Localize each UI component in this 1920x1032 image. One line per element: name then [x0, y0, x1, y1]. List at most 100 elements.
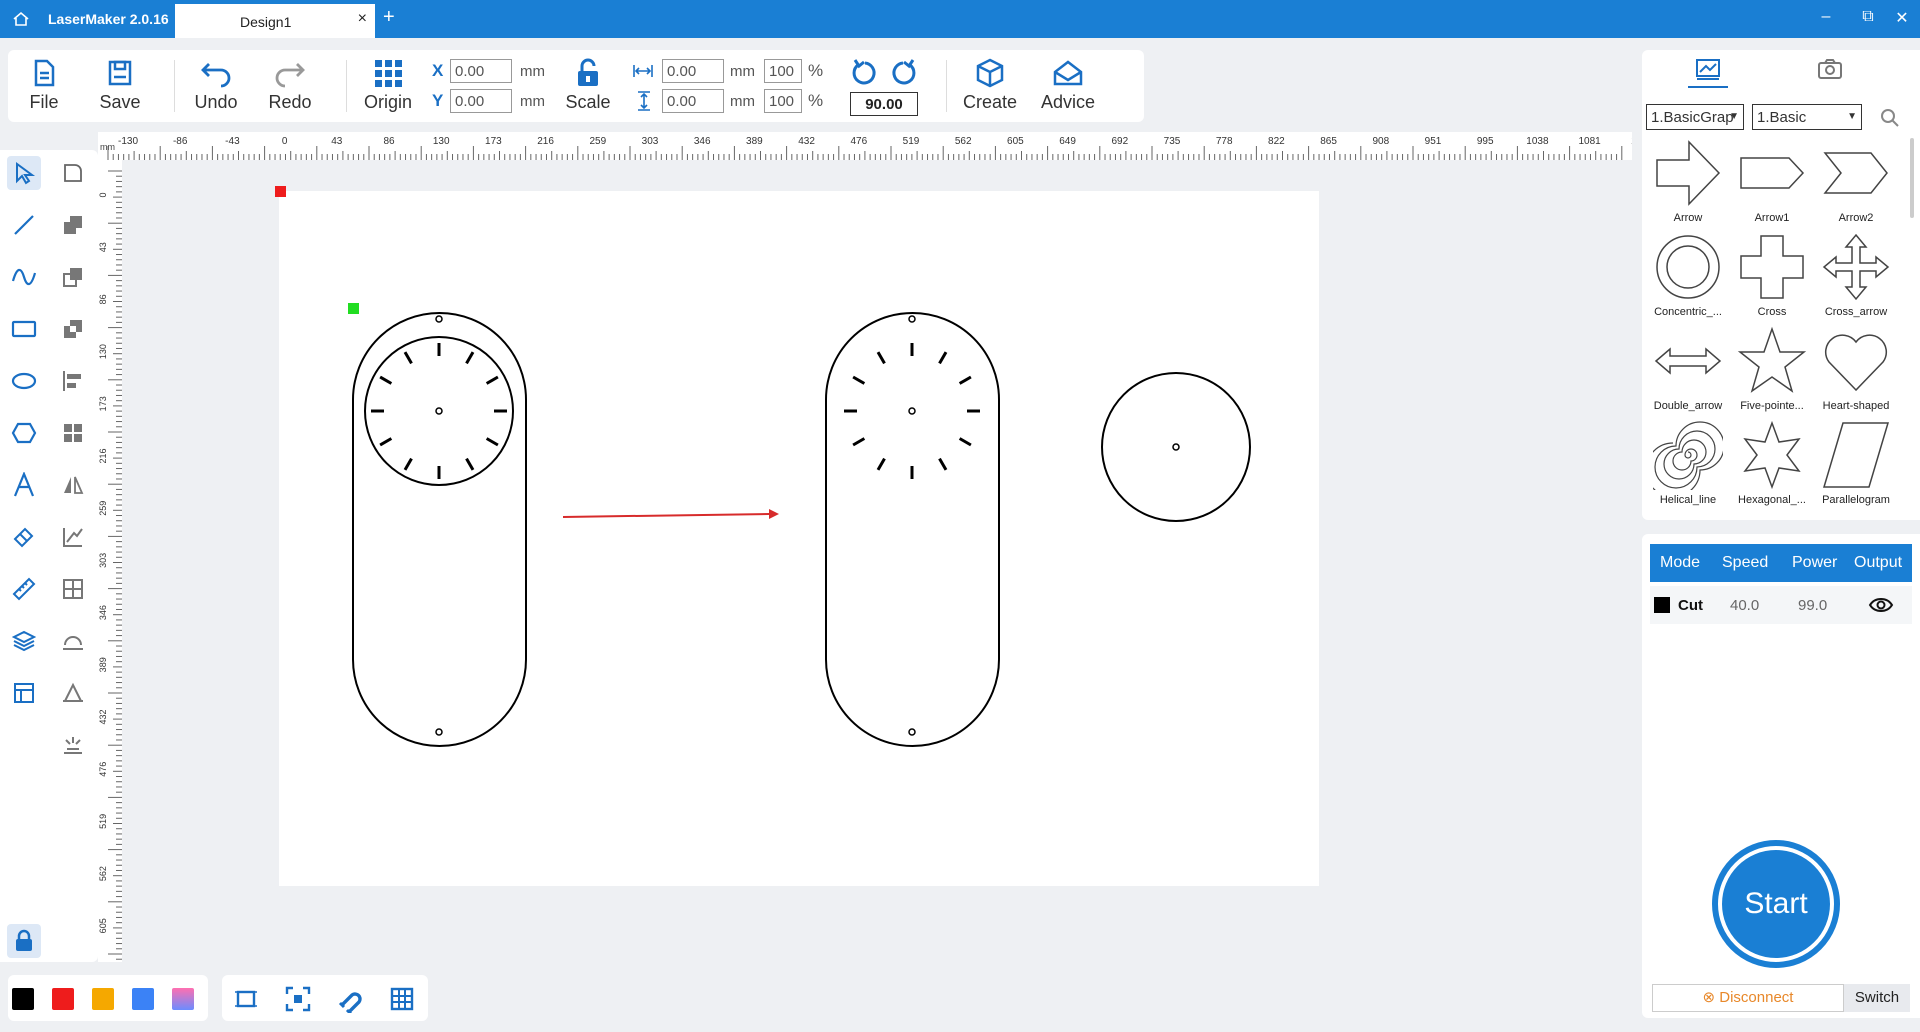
close-window-button[interactable]: ✕: [1890, 8, 1914, 28]
width-percent-input[interactable]: 100: [764, 59, 802, 83]
start-button[interactable]: Start: [1712, 840, 1840, 968]
clock-face-circle[interactable]: [364, 336, 514, 486]
layer-color-swatch[interactable]: [1654, 597, 1670, 613]
hole-top-left[interactable]: [435, 315, 443, 323]
shape-cross[interactable]: Cross: [1730, 232, 1814, 318]
height-input[interactable]: 0.00: [662, 89, 724, 113]
select-tool[interactable]: [7, 156, 41, 190]
redo-button[interactable]: Redo: [260, 58, 320, 113]
rotation-angle-input[interactable]: 90.00: [850, 92, 918, 116]
ruler-label: 822: [1268, 136, 1285, 147]
lock-toggle[interactable]: [7, 924, 41, 958]
capsule-shape-middle[interactable]: [825, 312, 1000, 747]
text-tool[interactable]: [7, 468, 41, 502]
shape-hexagonal-star[interactable]: Hexagonal_...: [1730, 420, 1814, 506]
save-button[interactable]: Save: [90, 58, 150, 113]
disconnect-button[interactable]: ⊗ Disconnect: [1652, 984, 1844, 1012]
new-tab-button[interactable]: +: [383, 6, 395, 29]
shape-arrow1[interactable]: Arrow1: [1730, 138, 1814, 224]
layer-speed[interactable]: 40.0: [1730, 597, 1759, 614]
ellipse-tool[interactable]: [7, 364, 41, 398]
design-canvas[interactable]: [122, 160, 1632, 962]
origin-grid-icon: [375, 60, 402, 87]
origin-button[interactable]: Origin: [358, 58, 418, 113]
split-tool[interactable]: [56, 572, 90, 606]
color-swatch-black[interactable]: [12, 988, 34, 1010]
shape-helical-line[interactable]: Helical_line: [1646, 420, 1730, 506]
rotate-left-icon[interactable]: [850, 58, 880, 88]
color-swatch-red[interactable]: [52, 988, 74, 1010]
eye-icon[interactable]: [1868, 596, 1894, 614]
subcategory-dropdown[interactable]: 1.Basic ▼: [1752, 104, 1862, 130]
tab-close-icon[interactable]: ×: [358, 10, 367, 28]
y-position-input[interactable]: 0.00: [450, 89, 512, 113]
layers-tool[interactable]: [7, 624, 41, 658]
shape-arrow2[interactable]: Arrow2: [1814, 138, 1898, 224]
shape-double-arrow[interactable]: Double_arrow: [1646, 326, 1730, 412]
rotate-right-icon[interactable]: [888, 58, 918, 88]
curve-tool[interactable]: [7, 260, 41, 294]
polygon-tool[interactable]: [7, 416, 41, 450]
x-position-input[interactable]: 0.00: [450, 59, 512, 83]
eraser-tool[interactable]: [7, 520, 41, 554]
shape-concentric[interactable]: Concentric_...: [1646, 232, 1730, 318]
array-tool[interactable]: [56, 416, 90, 450]
boolean-tool[interactable]: [56, 208, 90, 242]
circle-center-hole-right[interactable]: [1172, 443, 1180, 451]
work-area[interactable]: [279, 191, 1319, 886]
intersect-tool[interactable]: [56, 312, 90, 346]
hole-bottom-left[interactable]: [435, 728, 443, 736]
fit-selection-icon[interactable]: [284, 985, 312, 1013]
shape-parallelogram[interactable]: Parallelogram: [1814, 420, 1898, 506]
category-dropdown[interactable]: 1.BasicGrap ▼: [1646, 104, 1744, 130]
shape-heart[interactable]: Heart-shaped: [1814, 326, 1898, 412]
scale-button[interactable]: Scale: [558, 58, 618, 113]
layout-tool[interactable]: [7, 676, 41, 710]
hole-bottom-middle[interactable]: [908, 728, 916, 736]
layer-power[interactable]: 99.0: [1798, 597, 1827, 614]
shape-cross-arrow[interactable]: Cross_arrow: [1814, 232, 1898, 318]
shape-list-scrollbar[interactable]: [1910, 138, 1914, 218]
advice-button[interactable]: Advice: [1038, 58, 1098, 113]
clock-center-hole-middle[interactable]: [908, 407, 916, 415]
node-edit-tool[interactable]: [56, 156, 90, 190]
width-input[interactable]: 0.00: [662, 59, 724, 83]
search-icon[interactable]: [1880, 108, 1900, 128]
rectangle-tool[interactable]: [7, 312, 41, 346]
hole-top-middle[interactable]: [908, 315, 916, 323]
layer-row[interactable]: Cut 40.0 99.0: [1650, 586, 1912, 624]
maximize-button[interactable]: ⧉: [1856, 8, 1880, 26]
home-icon[interactable]: [12, 10, 30, 28]
tab-graphics[interactable]: [1688, 56, 1728, 88]
offset-tool[interactable]: [56, 676, 90, 710]
tab-design1[interactable]: Design1 ×: [175, 4, 375, 38]
trace-tool[interactable]: [56, 520, 90, 554]
grid-toggle-icon[interactable]: [388, 985, 416, 1013]
subtract-tool[interactable]: [56, 260, 90, 294]
undo-button[interactable]: Undo: [186, 58, 246, 113]
circle-shape-right[interactable]: [1101, 372, 1251, 522]
weld-tool[interactable]: [56, 624, 90, 658]
layer-mode[interactable]: Cut: [1678, 597, 1703, 614]
height-percent-input[interactable]: 100: [764, 89, 802, 113]
switch-button[interactable]: Switch: [1844, 984, 1910, 1012]
magnet-snap-icon[interactable]: [336, 985, 364, 1013]
tab-camera[interactable]: [1810, 56, 1850, 88]
shape-five-pointed-star[interactable]: Five-pointe...: [1730, 326, 1814, 412]
file-button[interactable]: File: [14, 58, 74, 113]
color-swatch-blue[interactable]: [132, 988, 154, 1010]
fit-page-icon[interactable]: [232, 985, 260, 1013]
color-swatch-gradient[interactable]: [172, 988, 194, 1010]
shape-arrow[interactable]: Arrow: [1646, 138, 1730, 224]
trace-icon: [63, 528, 83, 547]
align-tool[interactable]: [56, 364, 90, 398]
minimize-button[interactable]: –: [1814, 8, 1838, 26]
line-tool[interactable]: [7, 208, 41, 242]
clock-center-hole[interactable]: [435, 407, 443, 415]
create-button[interactable]: Create: [960, 58, 1020, 113]
color-swatch-orange[interactable]: [92, 988, 114, 1010]
mirror-tool[interactable]: [56, 468, 90, 502]
effects-tool[interactable]: [56, 728, 90, 762]
capsule-shape-left[interactable]: [352, 312, 527, 747]
measure-tool[interactable]: [7, 572, 41, 606]
